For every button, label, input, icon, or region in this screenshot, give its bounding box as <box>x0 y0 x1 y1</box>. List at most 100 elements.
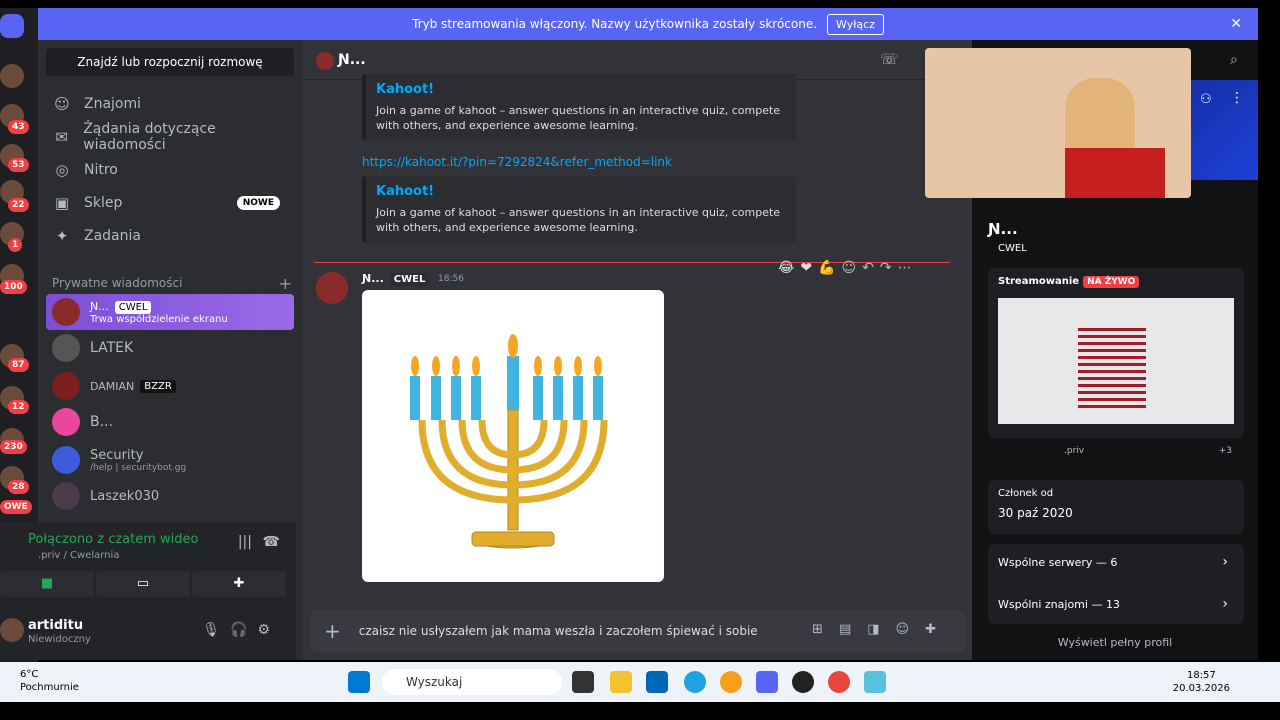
gif-icon[interactable]: ▤ <box>839 622 867 637</box>
chevron-right-icon[interactable]: › <box>1222 554 1228 570</box>
reply-icon[interactable]: ↶ <box>862 260 880 276</box>
weather-widget[interactable]: 6°C Pochmurnie <box>20 668 79 694</box>
view-full-profile-link[interactable]: Wyświetl pełny profil <box>972 636 1258 649</box>
obs-icon[interactable] <box>792 671 814 693</box>
voice-connection-panel: Połączono z czatem wideo .priv / Cwelarn… <box>0 522 296 602</box>
unread-badge: 22 <box>8 198 29 212</box>
gift-icon[interactable]: ⊞ <box>812 622 839 637</box>
stream-preview[interactable] <box>998 298 1234 424</box>
profile-tag: CWEL <box>998 243 1027 254</box>
user-controls: 🎙🎧⚙ <box>202 622 280 638</box>
link-embed: Kahoot! Join a game of kahoot – answer q… <box>362 176 796 243</box>
search-icon[interactable]: ⌕ <box>1230 52 1238 68</box>
noise-suppression-icon[interactable]: ||| <box>238 534 252 550</box>
nav-message-requests[interactable]: ✉ Żądania dotyczące wiadomości <box>46 121 294 153</box>
message-composer[interactable]: + czaisz nie usłyszałem jak mama weszła … <box>310 610 966 652</box>
call-icon[interactable]: ☏ <box>880 50 899 68</box>
file-explorer-icon[interactable] <box>610 671 632 693</box>
taskbar-search[interactable]: Wyszukaj <box>382 669 562 695</box>
unread-badge: 230 <box>0 440 27 454</box>
nav-shop[interactable]: ▣ Sklep NOWE <box>46 187 294 219</box>
user-panel: artiditu Niewidoczny 🎙🎧⚙ <box>0 602 296 660</box>
settings-icon[interactable]: ⚙ <box>257 622 280 638</box>
more-icon[interactable]: ⋮ <box>1230 90 1244 106</box>
activities-button[interactable]: ✚ <box>192 571 286 597</box>
dm-item[interactable]: LATEK <box>46 328 294 368</box>
server-icon[interactable] <box>0 64 24 88</box>
dm-item[interactable]: Laszek030 <box>46 476 294 516</box>
avatar[interactable] <box>0 618 24 642</box>
user-status: Niewidoczny <box>28 634 91 645</box>
discord-icon[interactable] <box>756 671 778 693</box>
create-dm-icon[interactable]: + <box>279 274 292 293</box>
laugh-emoji-icon[interactable]: 😂 <box>778 260 800 276</box>
heart-emoji-icon[interactable]: ❤ <box>800 260 818 276</box>
clan-tag: CWEL <box>114 300 152 314</box>
mutual-servers-link[interactable]: Wspólne serwery — 6 <box>998 556 1117 569</box>
chevron-right-icon[interactable]: › <box>1222 596 1228 612</box>
discord-home-icon[interactable] <box>0 14 24 38</box>
camera-button[interactable]: ■ <box>0 571 94 597</box>
muscle-emoji-icon[interactable]: 💪 <box>818 260 841 276</box>
clock-time: 18:57 <box>1186 670 1216 681</box>
message-image[interactable] <box>362 290 664 582</box>
dm-item[interactable]: Security/help | securitybot.gg <box>46 440 294 480</box>
dm-item[interactable]: DAMIAN BZZR <box>46 366 294 406</box>
nav-label: Zadania <box>84 228 141 244</box>
add-attachment-icon[interactable]: + <box>324 619 341 643</box>
embed-title[interactable]: Kahoot! <box>376 82 786 97</box>
voice-status: Połączono z czatem wideo <box>28 532 199 547</box>
find-conversation-button[interactable]: Znajdź lub rozpocznij rozmowę <box>46 48 294 76</box>
nav-nitro[interactable]: ◎ Nitro <box>46 154 294 186</box>
app-icon[interactable] <box>864 671 886 693</box>
screen-share-button[interactable]: ▭ <box>96 571 190 597</box>
embed-title[interactable]: Kahoot! <box>376 184 786 199</box>
stream-card[interactable]: Streamowanie NA ŻYWO .priv +3 <box>988 268 1244 456</box>
clan-tag: BZZR <box>140 379 176 393</box>
dm-item[interactable]: Ɲ... CWEL Trwa współdzielenie ekranu <box>46 294 294 330</box>
message-input[interactable]: czaisz nie usłyszałem jak mama weszła i … <box>359 624 758 638</box>
profile-name: Ɲ... <box>988 220 1018 238</box>
avatar[interactable] <box>316 272 348 304</box>
edge-icon[interactable] <box>684 671 706 693</box>
microphone-icon[interactable]: 🎙 <box>202 622 230 638</box>
weather-desc: Pochmurnie <box>20 682 79 693</box>
app-icon[interactable] <box>720 671 742 693</box>
nitro-icon: ◎ <box>55 161 69 179</box>
message-link[interactable]: https://kahoot.it/?pin=7292824&refer_met… <box>362 155 672 169</box>
chat-area: Ɲ... ☏ Kahoot! Join a game of kahoot – a… <box>302 40 972 660</box>
disable-streamer-mode-button[interactable]: Wyłącz <box>827 13 884 35</box>
unread-badge: 100 <box>0 280 27 294</box>
dm-item[interactable]: B... <box>46 402 294 442</box>
close-icon[interactable]: ✕ <box>1230 16 1242 32</box>
forward-icon[interactable]: ↷ <box>880 260 898 276</box>
avatar <box>52 334 80 362</box>
username[interactable]: artiditu <box>28 618 83 633</box>
message-author[interactable]: Ɲ... CWEL <box>362 272 430 286</box>
direct-messages-header: Prywatne wiadomości + <box>52 274 292 293</box>
add-friend-icon[interactable]: ⚇ <box>1200 92 1212 107</box>
apps-icon[interactable]: ✚ <box>925 622 952 637</box>
weather-temp: 6°C <box>20 669 39 680</box>
avatar <box>52 482 80 510</box>
stream-label: Streamowanie <box>998 276 1080 287</box>
nav-quests[interactable]: ✦ Zadania <box>46 220 294 252</box>
disconnect-icon[interactable]: ☎ <box>263 534 280 550</box>
headphones-icon[interactable]: 🎧 <box>230 622 257 638</box>
viewer-count: +3 <box>1218 446 1232 456</box>
mutuals-card: Wspólne serwery — 6 › Wspólni znajomi — … <box>988 544 1244 624</box>
start-icon[interactable] <box>348 671 370 693</box>
add-reaction-icon[interactable]: ☺ <box>842 260 863 276</box>
store-icon[interactable] <box>646 671 668 693</box>
task-view-icon[interactable] <box>572 671 594 693</box>
dm-name: B... <box>90 414 113 430</box>
chrome-icon[interactable] <box>828 671 850 693</box>
unread-badge: 87 <box>8 358 29 372</box>
clan-tag: CWEL <box>389 273 430 286</box>
sticker-icon[interactable]: ◨ <box>867 622 895 637</box>
nav-friends[interactable]: ☺ Znajomi <box>46 88 294 120</box>
emoji-icon[interactable]: ☺ <box>896 622 926 637</box>
taskbar-clock[interactable]: 18:57 20.03.2026 <box>1173 669 1230 695</box>
more-icon[interactable]: ⋯ <box>898 260 918 276</box>
mutual-friends-link[interactable]: Wspólni znajomi — 13 <box>998 598 1120 611</box>
